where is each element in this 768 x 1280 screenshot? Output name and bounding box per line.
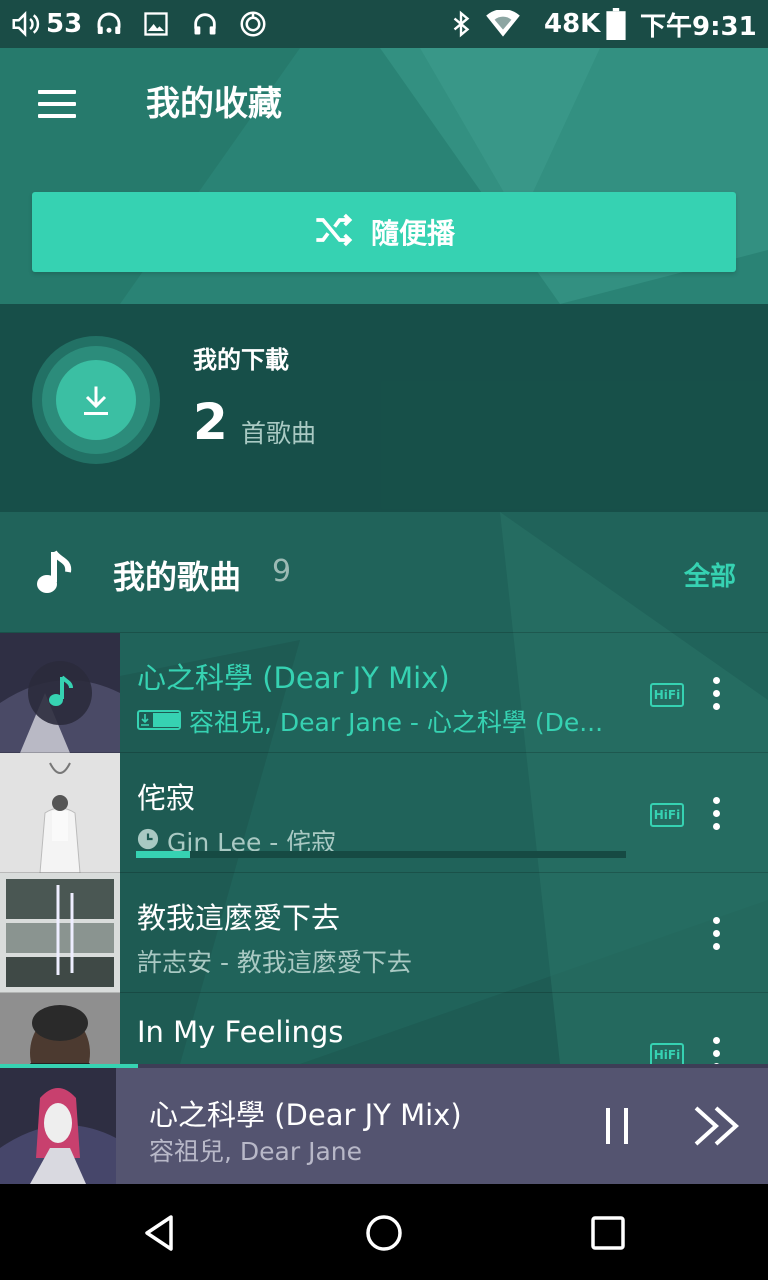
home-icon[interactable] bbox=[359, 1208, 409, 1258]
album-art bbox=[0, 993, 120, 1065]
song-row[interactable]: 侘寂 Gin Lee - 侘寂 HiFi bbox=[0, 752, 768, 873]
songs-count: 9 bbox=[272, 554, 292, 589]
headphones-icon bbox=[190, 0, 220, 48]
song-subtitle: 許志安 - 教我這麼愛下去 bbox=[137, 943, 617, 979]
song-row[interactable]: 教我這麼愛下去 許志安 - 教我這麼愛下去 bbox=[0, 872, 768, 993]
downloads-count: 2 bbox=[193, 393, 228, 451]
song-title: 心之科學 (Dear JY Mix) bbox=[137, 661, 450, 695]
view-all-link[interactable]: 全部 bbox=[684, 556, 736, 593]
network-speed: 48K bbox=[544, 9, 601, 39]
song-artist-album: 許志安 - 教我這麼愛下去 bbox=[137, 948, 412, 977]
now-playing-album-art bbox=[0, 1068, 116, 1184]
now-playing-bar[interactable]: 心之科學 (Dear JY Mix) 容祖兒, Dear Jane bbox=[0, 1064, 768, 1184]
now-playing-artist: 容祖兒, Dear Jane bbox=[149, 1137, 362, 1166]
menu-icon[interactable] bbox=[24, 76, 88, 132]
bluetooth-icon bbox=[448, 0, 474, 48]
album-art bbox=[0, 873, 120, 993]
songs-section-header: 我的歌曲 9 全部 bbox=[0, 514, 768, 632]
wifi-icon bbox=[486, 0, 520, 48]
download-progress bbox=[136, 851, 626, 858]
headset-icon bbox=[92, 0, 126, 48]
image-icon bbox=[142, 0, 170, 48]
album-art bbox=[0, 753, 120, 873]
song-title: 侘寂 bbox=[137, 781, 196, 815]
download-progress-fill bbox=[136, 851, 190, 858]
hifi-badge: HiFi bbox=[650, 1043, 684, 1065]
song-list: 心之科學 (Dear JY Mix) 容祖兒, Dear Jane - 心之科學… bbox=[0, 632, 768, 1065]
clock: 下午9:31 bbox=[640, 11, 757, 42]
app-bar bbox=[0, 48, 768, 160]
now-playing-title: 心之科學 (Dear JY Mix) bbox=[149, 1098, 462, 1132]
album-art bbox=[0, 633, 120, 753]
more-options-icon[interactable] bbox=[700, 669, 732, 717]
next-track-button[interactable] bbox=[690, 1102, 746, 1150]
downloads-unit: 首歌曲 bbox=[241, 419, 317, 448]
pause-button[interactable] bbox=[596, 1102, 640, 1150]
system-nav-bar bbox=[0, 1184, 768, 1280]
volume-icon bbox=[10, 0, 40, 48]
more-options-icon[interactable] bbox=[700, 789, 732, 837]
music-note-icon bbox=[36, 548, 72, 600]
back-icon[interactable] bbox=[134, 1208, 184, 1258]
download-badge bbox=[32, 336, 160, 464]
page-title: 我的收藏 bbox=[146, 84, 282, 124]
downloads-title: 我的下載 bbox=[193, 346, 289, 374]
more-options-icon[interactable] bbox=[700, 1029, 732, 1065]
song-artist-album: 容祖兒, Dear Jane - 心之科學 (De... bbox=[189, 708, 604, 737]
songs-section-title: 我的歌曲 bbox=[113, 558, 242, 596]
song-row[interactable]: 心之科學 (Dear JY Mix) 容祖兒, Dear Jane - 心之科學… bbox=[0, 632, 768, 753]
volume-level: 53 bbox=[46, 9, 83, 39]
recents-icon[interactable] bbox=[583, 1208, 633, 1258]
song-subtitle: 容祖兒, Dear Jane - 心之科學 (De... bbox=[137, 703, 617, 739]
status-bar: 53 48K 下午9:31 bbox=[0, 0, 768, 48]
battery-icon bbox=[606, 0, 626, 48]
download-icon bbox=[56, 360, 136, 440]
download-hifi-icon bbox=[137, 707, 181, 736]
song-row[interactable]: In My Feelings HiFi bbox=[0, 992, 768, 1065]
downloads-card[interactable]: 我的下載 2 首歌曲 bbox=[0, 304, 768, 512]
hifi-badge: HiFi bbox=[650, 683, 684, 707]
hifi-badge: HiFi bbox=[650, 803, 684, 827]
song-title: 教我這麼愛下去 bbox=[137, 901, 341, 935]
song-title: In My Feelings bbox=[137, 1015, 344, 1049]
sync-icon bbox=[238, 0, 268, 48]
shuffle-play-button[interactable]: 隨便播 bbox=[32, 192, 736, 272]
shuffle-icon bbox=[313, 213, 353, 251]
shuffle-label: 隨便播 bbox=[370, 217, 455, 250]
more-options-icon[interactable] bbox=[700, 909, 732, 957]
